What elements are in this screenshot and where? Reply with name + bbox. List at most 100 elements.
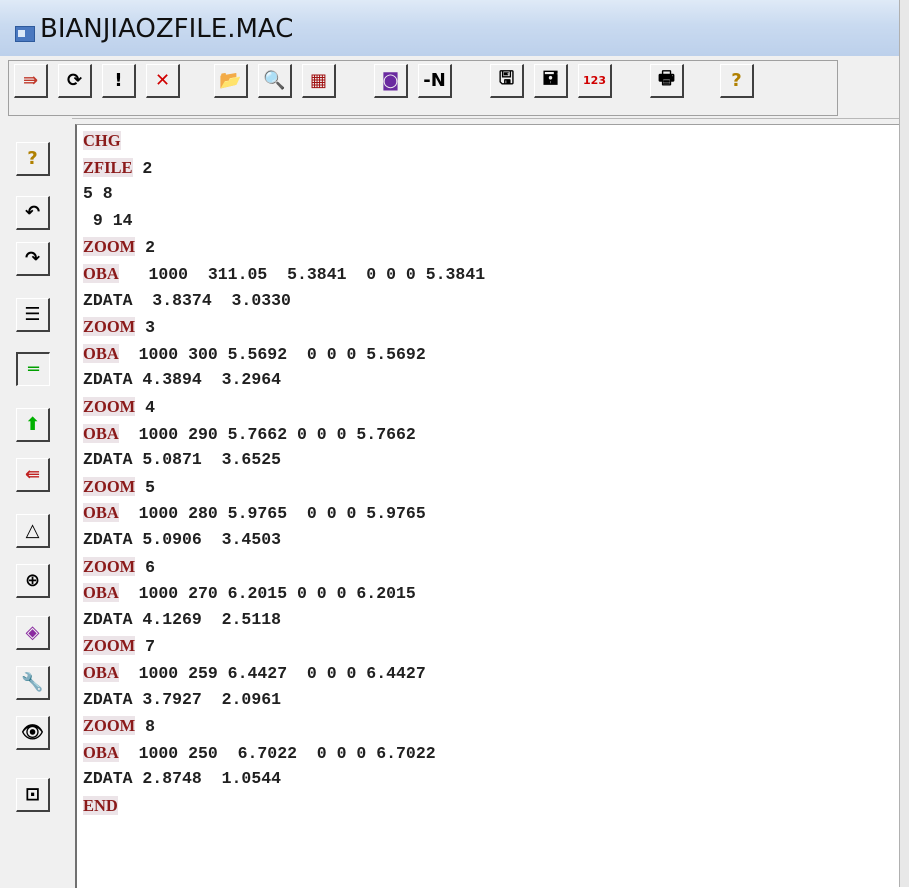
code-line: ZOOM 4 <box>83 395 155 419</box>
target-button[interactable]: ⊕ <box>16 564 50 598</box>
help-icon: ? <box>731 70 742 91</box>
redo-icon: ↷ <box>24 248 41 269</box>
code-line: CHG <box>83 129 121 153</box>
up-arrow-button[interactable]: ⬆ <box>16 408 50 442</box>
help-icon-icon: ? <box>27 148 38 169</box>
code-keyword: OBA <box>83 423 119 443</box>
code-keyword: ZOOM <box>83 636 136 656</box>
redo-button[interactable]: ↷ <box>16 242 50 276</box>
code-line: ZOOM 3 <box>83 315 155 339</box>
code-line: ZDATA 5.0906 3.4503 <box>83 528 281 552</box>
wrench-button[interactable]: 🔧 <box>16 666 50 700</box>
code-keyword: ZFILE <box>83 157 133 177</box>
code-line: OBA 1000 300 5.5692 0 0 0 5.5692 <box>83 342 426 366</box>
code-line: ZDATA 5.0871 3.6525 <box>83 448 281 472</box>
code-keyword: OBA <box>83 503 119 523</box>
eye-button[interactable]: 👁 <box>16 716 50 750</box>
exit-button[interactable]: ⊡ <box>16 778 50 812</box>
code-line: OBA 1000 290 5.7662 0 0 0 5.7662 <box>83 422 416 446</box>
open-folder-icon: 📂 <box>219 70 242 91</box>
help-icon-button[interactable]: ? <box>16 142 50 176</box>
code-args: 1000 270 6.2015 0 0 0 6.2015 <box>118 584 416 604</box>
code-line: ZOOM 7 <box>83 634 155 658</box>
refresh-icon: ⟳ <box>66 70 83 91</box>
code-args: 1000 259 6.4427 0 0 0 6.4427 <box>118 664 426 683</box>
code-args: 2 <box>135 238 156 258</box>
code-line: 5 8 <box>83 182 113 206</box>
code-line: OBA 1000 311.05 5.3841 0 0 0 5.3841 <box>83 262 485 286</box>
equal-button[interactable]: ═ <box>16 352 50 386</box>
code-line: 9 14 <box>83 209 133 233</box>
macro-icon: ▦ <box>309 70 327 91</box>
triangle-button[interactable]: △ <box>16 514 50 548</box>
code-line: OBA 1000 250 6.7022 0 0 0 6.7022 <box>83 741 436 765</box>
macro-button[interactable]: ▦ <box>302 64 336 98</box>
code-line: ZDATA 4.3894 3.2964 <box>83 368 281 392</box>
triangle-icon: △ <box>25 520 40 541</box>
minus-n-button[interactable]: -N <box>418 64 452 98</box>
print-icon: 🖶 <box>658 67 675 89</box>
minus-n-icon: -N <box>423 70 446 91</box>
code-keyword: CHG <box>83 131 121 150</box>
search-button[interactable]: 🔍 <box>258 64 292 98</box>
number-button[interactable]: 123 <box>578 64 612 98</box>
code-keyword: ZOOM <box>83 716 136 736</box>
search-icon: 🔍 <box>263 70 286 91</box>
number-icon: 123 <box>583 74 606 87</box>
up-arrow-icon: ⬆ <box>24 414 41 435</box>
refresh-button[interactable]: ⟳ <box>58 64 92 98</box>
code-args: ZDATA 2.8748 1.0544 <box>83 769 282 789</box>
code-args: ZDATA 4.3894 3.2964 <box>83 370 282 390</box>
code-keyword: ZOOM <box>83 476 136 496</box>
window-title: BIANJIAOZFILE.MAC <box>40 14 294 44</box>
code-keyword: OBA <box>83 343 119 363</box>
undo-button[interactable]: ↶ <box>16 196 50 230</box>
print-button[interactable]: 🖶 <box>650 64 684 98</box>
edit-card-icon: ◙ <box>381 70 400 91</box>
macro-editor[interactable]: CHG ZFILE 2 5 8 9 14 ZOOM 2 OBA 1000 311.05 … <box>75 124 909 888</box>
save-as-button[interactable]: 🖬 <box>534 64 568 98</box>
code-args: 1000 290 5.7662 0 0 0 5.7662 <box>118 424 416 444</box>
left-arrow-button[interactable]: ⇚ <box>16 458 50 492</box>
exclaim-icon: ! <box>114 70 123 91</box>
save-icon: 🖫 <box>498 67 515 89</box>
help-button[interactable]: ? <box>720 64 754 98</box>
indent-button[interactable]: ☰ <box>16 298 50 332</box>
open-folder-button[interactable]: 📂 <box>214 64 248 98</box>
code-keyword: ZOOM <box>83 237 136 257</box>
code-args: 4 <box>135 398 156 417</box>
window-right-edge <box>899 0 909 887</box>
code-keyword: ZOOM <box>83 397 136 416</box>
code-args: ZDATA 5.0906 3.4503 <box>83 530 282 549</box>
code-line: OBA 1000 280 5.9765 0 0 0 5.9765 <box>83 501 426 525</box>
target-icon: ⊕ <box>24 570 41 591</box>
window-icon <box>15 26 35 42</box>
code-line: ZDATA 3.8374 3.0330 <box>83 289 291 313</box>
code-line: ZOOM 6 <box>83 555 155 579</box>
cube-button[interactable]: ◈ <box>16 616 50 650</box>
delete-button[interactable]: ✕ <box>146 64 180 98</box>
toolbar: ⇛ ⟳! ✕ 📂 🔍 ▦ ◙ -N 🖫 🖬 123 🖶? <box>0 56 909 119</box>
delete-icon: ✕ <box>154 70 171 91</box>
exclaim-button[interactable]: ! <box>102 64 136 98</box>
code-args: ZDATA 5.0871 3.6525 <box>83 450 282 470</box>
code-args: 2 <box>132 158 153 178</box>
save-button[interactable]: 🖫 <box>490 64 524 98</box>
code-line: ZOOM 2 <box>83 235 155 259</box>
code-args: 3 <box>135 318 156 338</box>
import-icon-button[interactable]: ⇛ <box>14 64 48 98</box>
code-line: ZOOM 5 <box>83 475 155 499</box>
sidebar: ? ↶ ↷ ☰ ═ ⬆ ⇚ △ ⊕ ◈ 🔧 👁 ⊡ <box>0 118 72 887</box>
code-line: ZOOM 8 <box>83 714 155 738</box>
eye-icon: 👁 <box>21 722 44 743</box>
code-line: OBA 1000 259 6.4427 0 0 0 6.4427 <box>83 661 426 685</box>
code-keyword: OBA <box>83 742 119 762</box>
code-args: 7 <box>135 637 156 657</box>
code-line: ZDATA 3.7927 2.0961 <box>83 688 281 712</box>
code-keyword: OBA <box>83 264 119 283</box>
save-as-icon: 🖬 <box>542 67 559 89</box>
edit-card-button[interactable]: ◙ <box>374 64 408 98</box>
code-args: 5 <box>135 477 156 497</box>
code-keyword: OBA <box>83 583 119 603</box>
code-keyword: ZOOM <box>83 556 136 576</box>
